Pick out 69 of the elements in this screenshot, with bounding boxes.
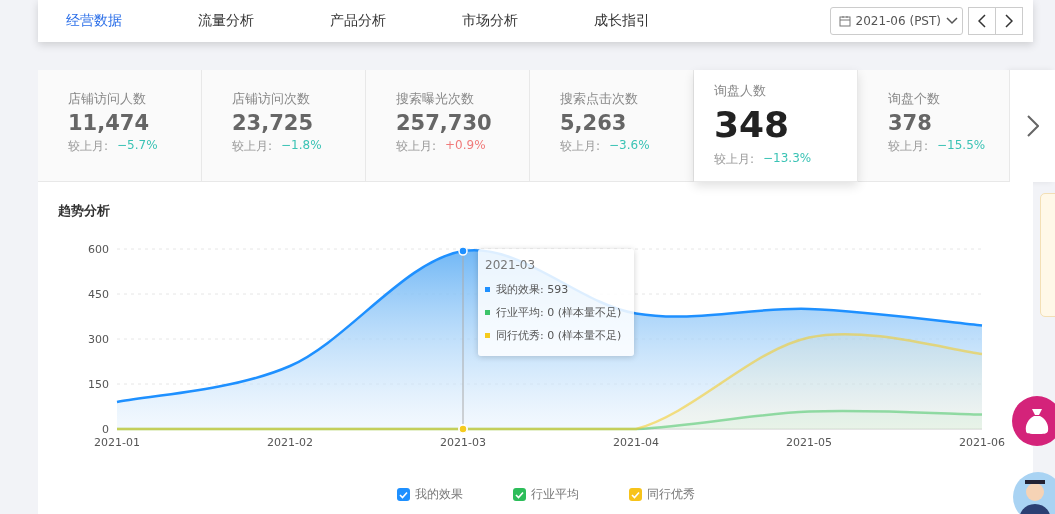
change-value: −1.8% — [281, 138, 322, 154]
tooltip-title: 2021-03 — [485, 258, 537, 272]
nav-tab[interactable]: 经营数据 — [66, 12, 198, 30]
metric-card[interactable]: 询盘个数 378 较上月: −15.5% — [858, 70, 1010, 182]
tooltip-text: 行业平均: 0 (样本量不足) — [496, 305, 622, 320]
tooltip-text: 我的效果: 593 — [496, 282, 569, 297]
y-axis-label: 300 — [88, 333, 109, 346]
metric-card[interactable]: 店铺访问次数 23,725 较上月: −1.8% — [202, 70, 366, 182]
tooltip-text: 同行优秀: 0 (样本量不足) — [496, 328, 622, 343]
metric-value: 348 — [714, 104, 791, 145]
change-value: −5.7% — [117, 138, 158, 154]
legend-checkbox[interactable] — [628, 488, 642, 501]
bag-icon — [1024, 407, 1050, 435]
change-value: −15.5% — [937, 138, 986, 154]
legend-item[interactable]: 我的效果 — [396, 486, 463, 503]
change-value: −13.3% — [763, 151, 812, 167]
y-axis-label: 600 — [88, 243, 109, 256]
chevron-right-icon — [1026, 115, 1039, 137]
legend-checkbox[interactable] — [512, 488, 526, 501]
month-value: 2021-06 (PST) — [855, 14, 941, 28]
x-axis-label: 2021-05 — [786, 436, 832, 449]
compare-label: 较上月: — [714, 151, 755, 168]
nav-tab[interactable]: 流量分析 — [198, 12, 330, 30]
metric-value: 11,474 — [68, 111, 151, 135]
x-axis-label: 2021-01 — [94, 436, 140, 449]
calendar-icon — [838, 15, 851, 27]
metric-label: 搜索曝光次数 — [396, 90, 475, 108]
data-point — [458, 246, 468, 256]
nav-tab[interactable]: 成长指引 — [594, 12, 726, 30]
y-axis-label: 450 — [88, 288, 109, 301]
legend-item[interactable]: 行业平均 — [512, 486, 579, 503]
assistant-avatar[interactable] — [1013, 472, 1055, 514]
metric-label: 询盘个数 — [888, 90, 941, 108]
legend-checkbox[interactable] — [396, 488, 410, 501]
previous-button[interactable] — [968, 7, 996, 35]
metric-value: 5,263 — [560, 111, 628, 135]
metric-label: 店铺访问人数 — [68, 90, 147, 108]
nav-tab[interactable]: 产品分析 — [330, 12, 462, 30]
section-title: 趋势分析 — [58, 202, 111, 220]
metric-label: 搜索点击次数 — [560, 90, 639, 108]
x-axis-label: 2021-04 — [613, 436, 659, 449]
metric-label: 询盘人数 — [714, 82, 767, 100]
metric-value: 23,725 — [232, 111, 315, 135]
metric-card[interactable]: 询盘人数 348 较上月: −13.3% — [694, 70, 858, 182]
month-picker[interactable]: 2021-06 (PST) — [829, 7, 963, 35]
chevron-right-icon — [1005, 14, 1013, 28]
caret-icon — [946, 17, 958, 25]
y-axis-label: 150 — [88, 378, 109, 391]
metric-card[interactable]: 搜索曝光次数 257,730 较上月: +0.9% — [366, 70, 530, 182]
x-axis-label: 2021-06 — [959, 436, 1005, 449]
next-button[interactable] — [995, 7, 1023, 35]
x-axis-label: 2021-02 — [267, 436, 313, 449]
chevron-left-icon — [978, 14, 986, 28]
y-axis-label: 0 — [102, 423, 109, 436]
change-value: −3.6% — [609, 138, 650, 154]
compare-label: 较上月: — [68, 138, 109, 155]
compare-label: 较上月: — [888, 138, 929, 155]
x-axis-label: 2021-03 — [440, 436, 486, 449]
metric-card[interactable]: 店铺访问人数 11,474 较上月: −5.7% — [38, 70, 202, 182]
metric-value: 257,730 — [396, 111, 493, 135]
compare-label: 较上月: — [560, 138, 601, 155]
metric-value: 378 — [888, 111, 933, 135]
metric-card[interactable]: 搜索点击次数 5,263 较上月: −3.6% — [530, 70, 694, 182]
compare-label: 较上月: — [232, 138, 273, 155]
compare-label: 较上月: — [396, 138, 437, 155]
metric-label: 店铺访问次数 — [232, 90, 311, 108]
legend-item[interactable]: 同行优秀 — [628, 486, 695, 503]
change-value: +0.9% — [445, 138, 486, 154]
nav-tab[interactable]: 市场分析 — [462, 12, 594, 30]
